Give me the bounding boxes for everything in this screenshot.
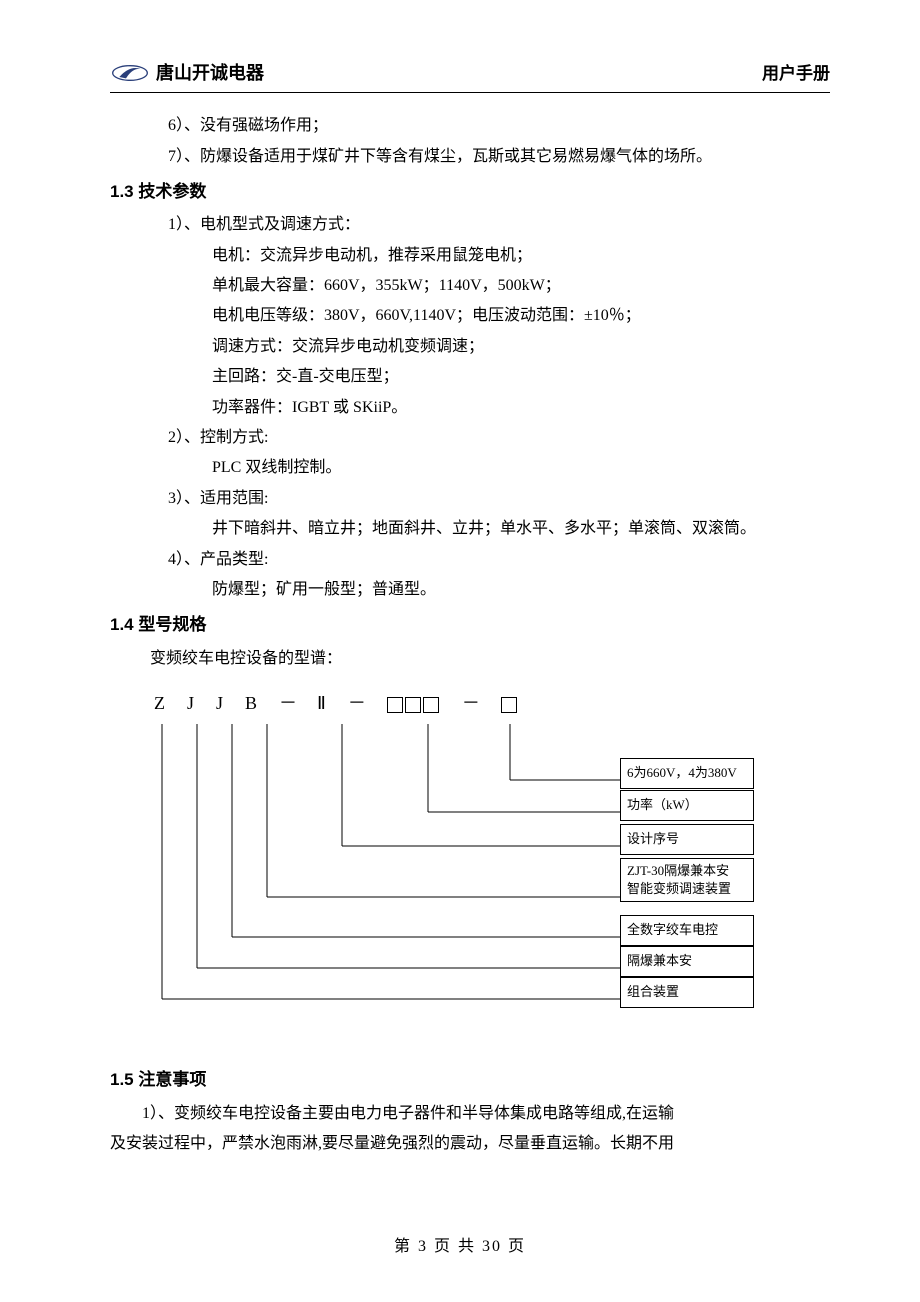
label-digital: 全数字绞车电控 <box>620 915 754 946</box>
label-design: 设计序号 <box>620 824 754 855</box>
s15-p1a: 1）、变频绞车电控设备主要由电力电子器件和半导体集成电路等组成,在运输 <box>110 1099 830 1129</box>
model-c3: J <box>216 686 223 720</box>
s13-l3: 3）、适用范围: <box>110 484 830 514</box>
model-code-row: Z J J B － Ⅱ － － <box>154 686 780 720</box>
dash-icon: － <box>462 686 478 720</box>
placeholder-box-icon <box>405 697 421 713</box>
s13-l1e: 主回路：交-直-交电压型； <box>110 362 830 392</box>
s14-intro: 变频绞车电控设备的型谱： <box>110 644 830 674</box>
s13-l1b: 单机最大容量：660V，355kW；1140V，500kW； <box>110 271 830 301</box>
model-boxes-3 <box>386 686 440 720</box>
label-flameproof: 隔爆兼本安 <box>620 946 754 977</box>
page: 唐山开诚电器 用户手册 6）、没有强磁场作用； 7）、防爆设备适用于煤矿井下等含… <box>0 0 920 1302</box>
doc-type: 用户手册 <box>762 58 830 90</box>
label-power: 功率（kW） <box>620 790 754 821</box>
s13-l2a: PLC 双线制控制。 <box>110 453 830 483</box>
label-voltage: 6为660V，4为380V <box>620 758 754 789</box>
s13-l1a: 电机：交流异步电动机，推荐采用鼠笼电机； <box>110 241 830 271</box>
dash-icon: － <box>348 686 364 720</box>
section-1-4-title: 1.4 型号规格 <box>110 609 830 641</box>
label-combo: 组合装置 <box>620 977 754 1008</box>
s13-l1c: 电机电压等级：380V，660V,1140V；电压波动范围：±10％； <box>110 301 830 331</box>
model-c1: Z <box>154 686 165 720</box>
s13-l1: 1）、电机型式及调速方式： <box>110 210 830 240</box>
model-c4: B <box>245 686 257 720</box>
s13-l3a: 井下暗斜井、暗立井；地面斜井、立井；单水平、多水平；单滚筒、双滚筒。 <box>110 514 830 544</box>
section-1-3-title: 1.3 技术参数 <box>110 176 830 208</box>
s13-l1f: 功率器件：IGBT 或 SKiiP。 <box>110 393 830 423</box>
placeholder-box-icon <box>501 697 517 713</box>
s13-l1d: 调速方式：交流异步电动机变频调速； <box>110 332 830 362</box>
header-left: 唐山开诚电器 <box>110 56 264 90</box>
placeholder-box-icon <box>423 697 439 713</box>
pre-item-6: 6）、没有强磁场作用； <box>110 111 830 141</box>
section-1-5-title: 1.5 注意事项 <box>110 1064 830 1096</box>
label-zjt-line2: 智能变频调速装置 <box>627 881 731 896</box>
label-zjt: ZJT-30隔爆兼本安 智能变频调速装置 <box>620 858 754 902</box>
model-diagram: Z J J B － Ⅱ － － <box>150 686 780 1014</box>
page-header: 唐山开诚电器 用户手册 <box>110 56 830 93</box>
s13-l2: 2）、控制方式: <box>110 423 830 453</box>
company-logo-icon <box>110 62 150 84</box>
label-zjt-line1: ZJT-30隔爆兼本安 <box>627 863 729 878</box>
placeholder-box-icon <box>387 697 403 713</box>
pre-item-7: 7）、防爆设备适用于煤矿井下等含有煤尘，瓦斯或其它易燃易爆气体的场所。 <box>110 142 830 172</box>
s15-p1b: 及安装过程中，严禁水泡雨淋,要尽量避免强烈的震动，尽量垂直运输。长期不用 <box>110 1129 830 1159</box>
page-footer: 第 3 页 共 30 页 <box>0 1232 920 1262</box>
model-c2: J <box>187 686 194 720</box>
model-boxes-1 <box>500 686 518 720</box>
dash-icon: － <box>279 686 295 720</box>
s13-l4a: 防爆型；矿用一般型；普通型。 <box>110 575 830 605</box>
s13-l4: 4）、产品类型: <box>110 545 830 575</box>
company-name: 唐山开诚电器 <box>156 56 264 90</box>
model-c5: Ⅱ <box>317 686 326 720</box>
